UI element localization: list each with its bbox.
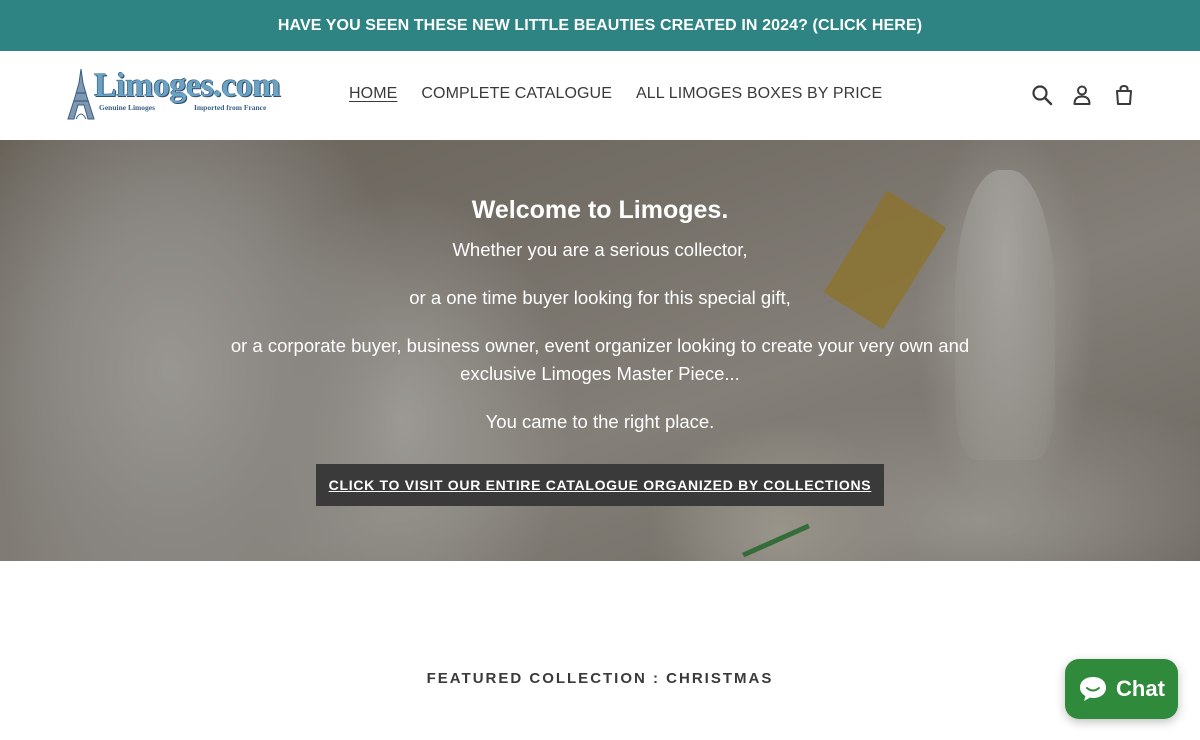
logo-tagline-left: Genuine Limoges bbox=[99, 103, 156, 112]
site-header: Limoges.com Genuine Limoges Imported fro… bbox=[0, 51, 1200, 140]
announcement-link[interactable]: HAVE YOU SEEN THESE NEW LITTLE BEAUTIES … bbox=[278, 17, 922, 35]
eiffel-tower-icon bbox=[67, 69, 95, 120]
account-icon[interactable] bbox=[1070, 83, 1094, 107]
announcement-bar: HAVE YOU SEEN THESE NEW LITTLE BEAUTIES … bbox=[0, 0, 1200, 51]
logo-tagline-right: Imported from France bbox=[194, 103, 267, 112]
logo-wordmark: Limoges.com bbox=[94, 67, 281, 104]
hero-title: Welcome to Limoges. bbox=[471, 196, 729, 224]
chat-button[interactable]: Chat bbox=[1065, 659, 1178, 719]
hero-line-3: or a corporate buyer, business owner, ev… bbox=[230, 335, 970, 384]
cart-icon[interactable] bbox=[1112, 83, 1136, 107]
chat-label: Chat bbox=[1116, 676, 1165, 701]
nav-home[interactable]: HOME bbox=[349, 85, 397, 103]
search-icon[interactable] bbox=[1030, 83, 1054, 107]
hero-line-1: Whether you are a serious collector, bbox=[452, 239, 748, 260]
chat-bubble-icon bbox=[1080, 677, 1107, 701]
nav-complete-catalogue[interactable]: COMPLETE CATALOGUE bbox=[421, 85, 612, 103]
catalogue-cta-button[interactable]: CLICK TO VISIT OUR ENTIRE CATALOGUE ORGA… bbox=[316, 464, 884, 506]
hero-line-4: You came to the right place. bbox=[485, 411, 715, 432]
hero-line-2: or a one time buyer looking for this spe… bbox=[409, 287, 791, 308]
hero-banner: Welcome to Limoges. Whether you are a se… bbox=[0, 140, 1200, 561]
nav-boxes-by-price[interactable]: ALL LIMOGES BOXES BY PRICE bbox=[636, 85, 882, 103]
site-logo[interactable]: Limoges.com Genuine Limoges Imported fro… bbox=[64, 67, 290, 123]
featured-collection-heading: FEATURED COLLECTION : CHRISTMAS bbox=[426, 670, 774, 687]
main-nav: HOME COMPLETE CATALOGUE ALL LIMOGES BOXE… bbox=[349, 85, 882, 103]
